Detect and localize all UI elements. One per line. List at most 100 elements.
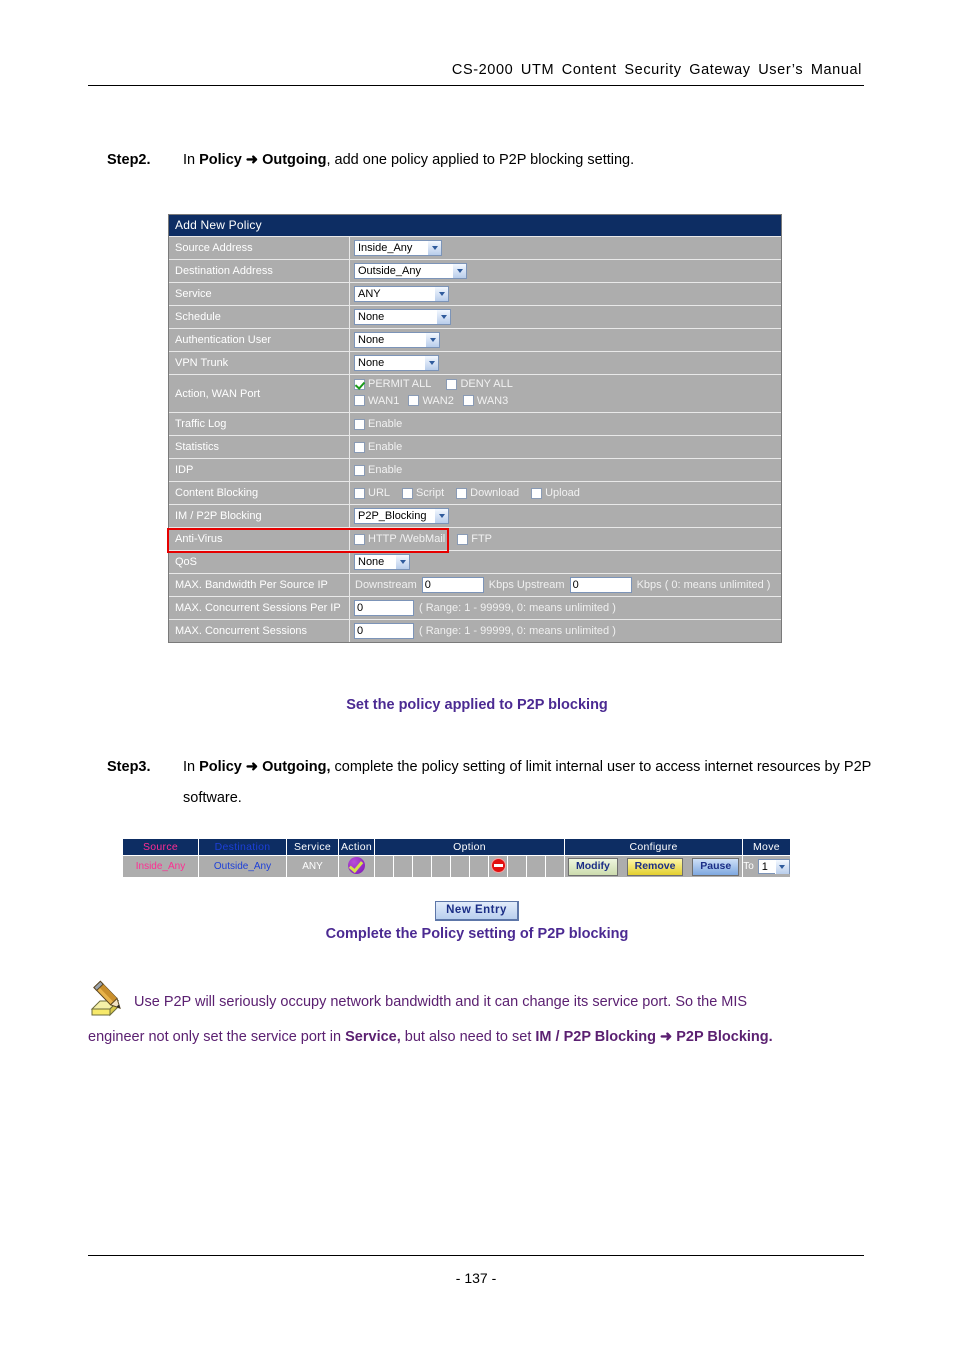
- label-source-address: Source Address: [169, 237, 350, 259]
- add-new-policy-form: Add New Policy Source Address Inside_Any…: [168, 214, 782, 643]
- max-sessions-input[interactable]: 0: [354, 623, 414, 639]
- download-checkbox-item[interactable]: Download: [456, 487, 519, 499]
- ftp-checkbox[interactable]: [457, 533, 469, 545]
- deny-all-checkbox-item[interactable]: DENY ALL: [446, 378, 513, 390]
- download-checkbox[interactable]: [456, 487, 468, 499]
- page-footer: - 137 -: [88, 1255, 864, 1286]
- wan2-checkbox[interactable]: [408, 395, 420, 406]
- cell-destination[interactable]: Outside_Any: [198, 855, 287, 878]
- cell-source[interactable]: Inside_Any: [122, 855, 199, 878]
- label-p2p-blocking: IM / P2P Blocking: [169, 505, 350, 527]
- form-row-action-wan-port: Action, WAN Port PERMIT ALL DENY ALL WAN…: [169, 374, 781, 412]
- form-row-max-bandwidth: MAX. Bandwidth Per Source IP Downstream …: [169, 573, 781, 596]
- label-schedule: Schedule: [169, 306, 350, 328]
- pause-button[interactable]: Pause: [692, 857, 740, 876]
- wan1-checkbox-item[interactable]: WAN1: [354, 395, 399, 407]
- chevron-down-icon: [395, 555, 409, 569]
- chevron-down-icon: [434, 509, 448, 523]
- label-destination-address: Destination Address: [169, 260, 350, 282]
- url-checkbox[interactable]: [354, 487, 365, 499]
- permit-all-checkbox[interactable]: [354, 378, 365, 390]
- traffic-log-checkbox-item[interactable]: Enable: [354, 418, 402, 430]
- wan3-checkbox-item[interactable]: WAN3: [462, 395, 508, 407]
- statistics-checkbox[interactable]: [354, 441, 365, 453]
- traffic-log-checkbox[interactable]: [354, 418, 365, 430]
- label-action-wan-port: Action, WAN Port: [169, 375, 350, 412]
- url-checkbox-item[interactable]: URL: [354, 487, 390, 499]
- idp-checkbox-item[interactable]: Enable: [354, 464, 402, 476]
- label-service: Service: [169, 283, 350, 305]
- upload-checkbox[interactable]: [531, 487, 543, 499]
- upload-checkbox-item[interactable]: Upload: [531, 487, 580, 499]
- move-position-select[interactable]: 1: [757, 859, 790, 874]
- form-row-traffic-log: Traffic Log Enable: [169, 412, 781, 435]
- form-row-service: Service ANY: [169, 282, 781, 305]
- column-header-configure: Configure: [563, 838, 744, 856]
- permit-all-label: PERMIT ALL: [368, 378, 432, 390]
- downstream-input[interactable]: 0: [421, 577, 484, 593]
- service-select[interactable]: ANY: [354, 286, 449, 302]
- form-row-content-blocking: Content Blocking URL Script Download Upl…: [169, 481, 781, 504]
- authentication-user-select[interactable]: None: [354, 332, 440, 348]
- kbps-note: Kbps ( 0: means unlimited ): [636, 579, 771, 591]
- deny-all-checkbox[interactable]: [446, 378, 458, 390]
- idp-enable-label: Enable: [368, 464, 403, 476]
- chevron-down-icon: [774, 859, 789, 874]
- source-address-select[interactable]: Inside_Any: [354, 240, 442, 256]
- step2-label: Step2.: [107, 152, 151, 168]
- column-header-action: Action: [338, 838, 375, 856]
- step2-arrow: ➜: [241, 152, 263, 168]
- form-row-statistics: Statistics Enable: [169, 435, 781, 458]
- move-position-value: 1: [761, 860, 768, 873]
- form-row-max-sessions-per-ip: MAX. Concurrent Sessions Per IP 0 ( Rang…: [169, 596, 781, 619]
- http-webmail-checkbox[interactable]: [354, 533, 365, 545]
- remove-button[interactable]: Remove: [626, 857, 684, 876]
- authentication-user-value: None: [358, 334, 385, 346]
- deny-circle-icon: [490, 857, 506, 873]
- step3-bold-outgoing: Outgoing,: [262, 759, 331, 775]
- header-divider: [88, 85, 864, 86]
- move-to-label: To: [743, 861, 754, 872]
- script-checkbox-item[interactable]: Script: [402, 487, 444, 499]
- destination-address-value: Outside_Any: [358, 265, 421, 277]
- note-line-1: Use P2P will seriously occupy network ba…: [134, 994, 748, 1010]
- form-row-p2p-blocking: IM / P2P Blocking P2P_Blocking: [169, 504, 781, 527]
- figure-caption-1: Set the policy applied to P2P blocking: [346, 697, 608, 713]
- form-row-vpn-trunk: VPN Trunk None: [169, 351, 781, 374]
- p2p-blocking-select[interactable]: P2P_Blocking: [354, 508, 449, 524]
- deny-all-label: DENY ALL: [460, 378, 513, 390]
- figure-caption-2: Complete the Policy setting of P2P block…: [325, 926, 629, 942]
- permit-all-checkbox-item[interactable]: PERMIT ALL: [354, 378, 431, 390]
- new-entry-button[interactable]: New Entry: [435, 901, 519, 921]
- form-row-schedule: Schedule None: [169, 305, 781, 328]
- vpn-trunk-select[interactable]: None: [354, 355, 439, 371]
- form-row-qos: QoS None: [169, 550, 781, 573]
- wan1-label: WAN1: [368, 394, 400, 407]
- column-header-option: Option: [374, 838, 565, 856]
- wan2-checkbox-item[interactable]: WAN2: [408, 395, 454, 407]
- chevron-down-icon: [434, 287, 448, 301]
- script-checkbox[interactable]: [402, 487, 414, 499]
- max-sessions-note: ( Range: 1 - 99999, 0: means unlimited ): [419, 625, 616, 637]
- form-title: Add New Policy: [169, 215, 781, 236]
- idp-checkbox[interactable]: [354, 464, 365, 476]
- note-bold-p2p-blocking: P2P Blocking.: [676, 1029, 773, 1045]
- http-webmail-checkbox-item[interactable]: HTTP /WebMail: [354, 533, 445, 545]
- modify-button[interactable]: Modify: [568, 857, 618, 876]
- form-row-authentication-user: Authentication User None: [169, 328, 781, 351]
- statistics-checkbox-item[interactable]: Enable: [354, 441, 402, 453]
- ftp-checkbox-item[interactable]: FTP: [457, 533, 492, 545]
- cell-option-5: [450, 855, 470, 878]
- schedule-select[interactable]: None: [354, 309, 451, 325]
- note-bold-im-p2p-blocking: IM / P2P Blocking: [535, 1029, 656, 1045]
- note-line-2-c: but also need to set: [400, 1029, 536, 1045]
- wan1-checkbox[interactable]: [354, 395, 365, 406]
- qos-select[interactable]: None: [354, 554, 410, 570]
- label-statistics: Statistics: [169, 436, 350, 458]
- wan3-checkbox[interactable]: [462, 395, 474, 406]
- upstream-input[interactable]: 0: [569, 577, 632, 593]
- destination-address-select[interactable]: Outside_Any: [354, 263, 467, 279]
- column-header-service: Service: [286, 838, 339, 856]
- max-sessions-per-ip-input[interactable]: 0: [354, 600, 414, 616]
- vpn-trunk-value: None: [358, 357, 385, 369]
